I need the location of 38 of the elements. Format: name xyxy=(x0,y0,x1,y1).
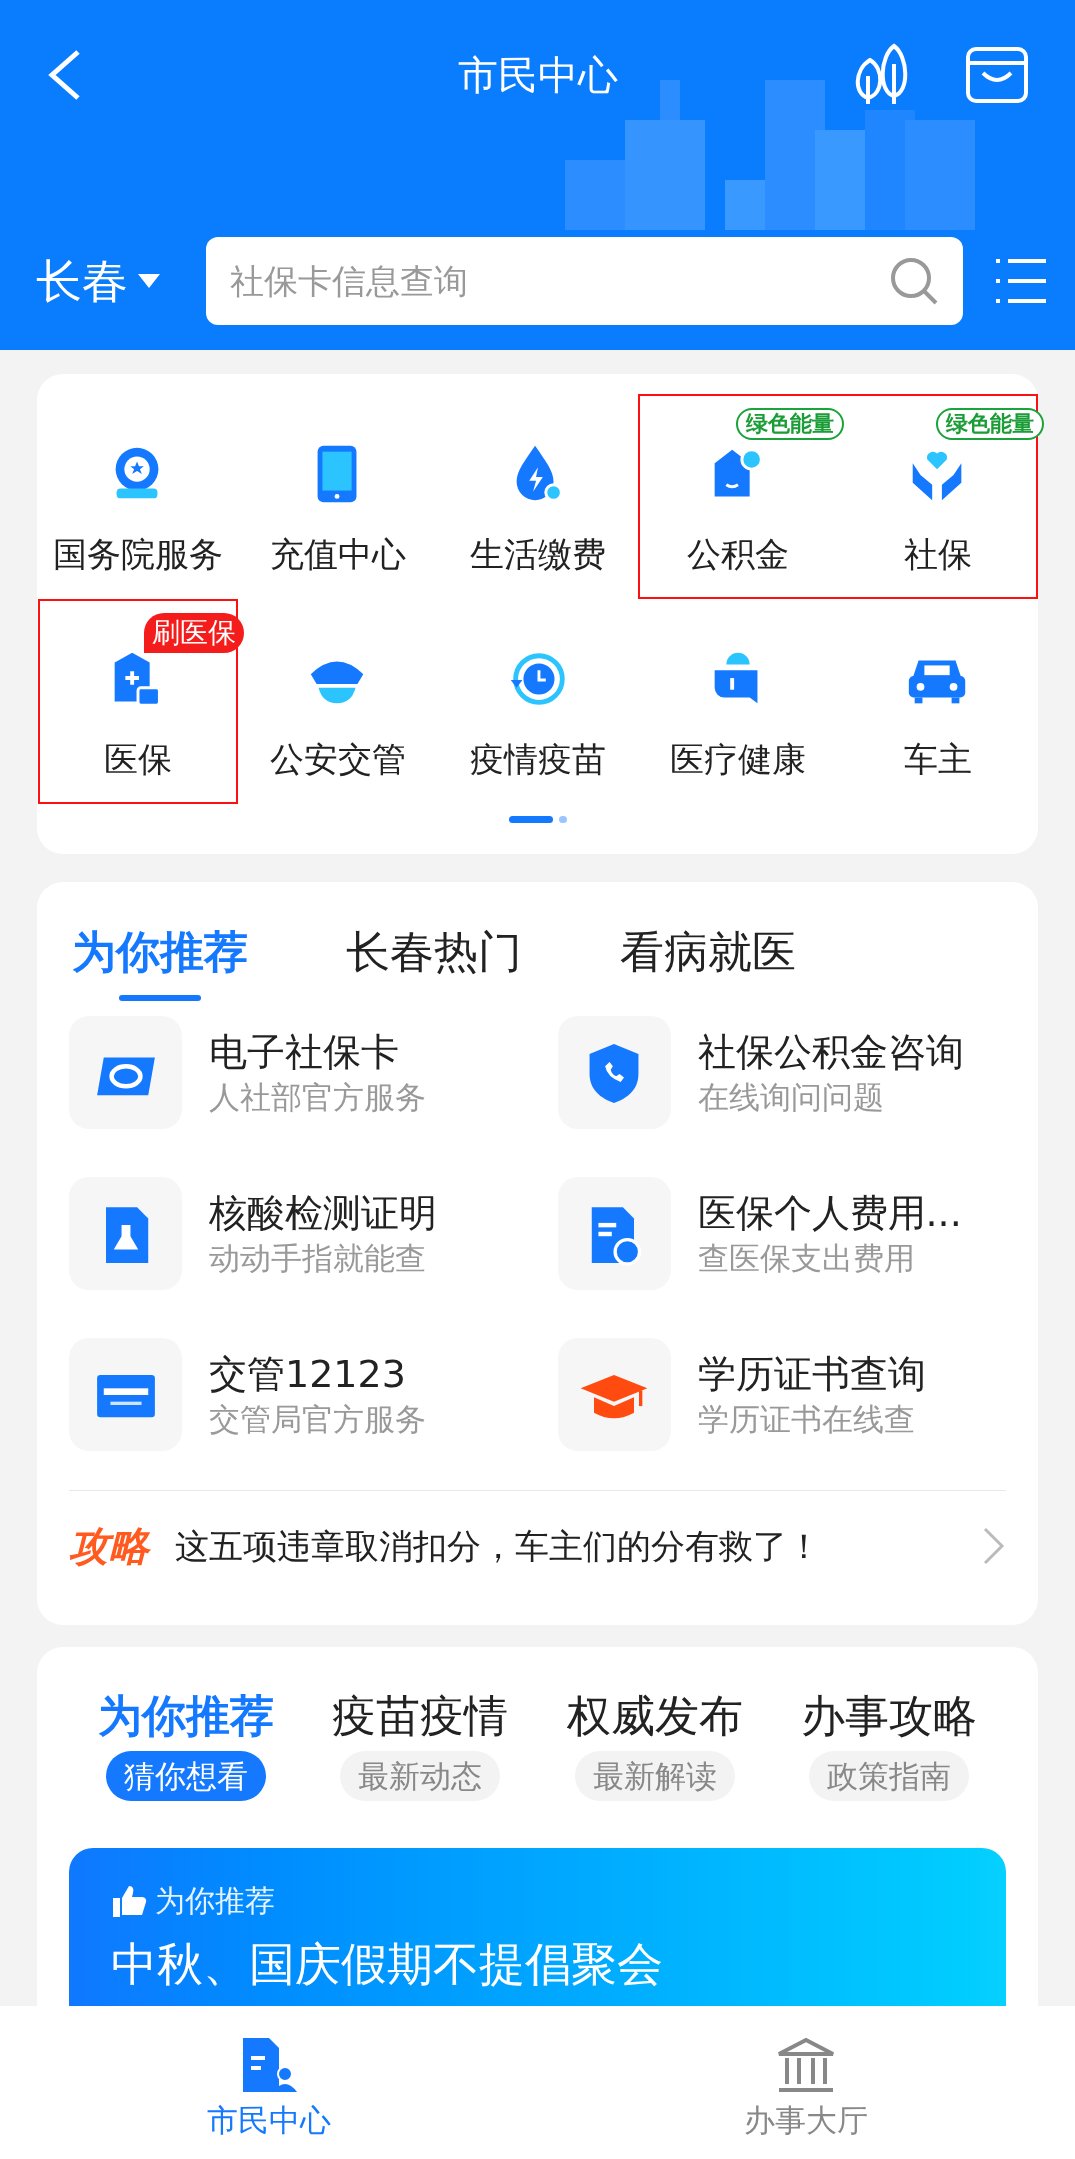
service-link[interactable]: 社保公积金咨询 在线询问问题 xyxy=(537,1016,1006,1129)
tip-link[interactable]: 攻略 这五项违章取消扣分，车主们的分有救了！ xyxy=(69,1491,1006,1601)
service-link[interactable]: 医保个人费用... 查医保支出费用 xyxy=(537,1177,1006,1290)
thumbs-up-icon xyxy=(111,1883,147,1918)
service-item[interactable]: 国务院服务 xyxy=(37,394,238,599)
service-link[interactable]: 学历证书查询 学历证书在线查 xyxy=(537,1338,1006,1451)
feed-tab[interactable]: 办事攻略 政策指南 xyxy=(771,1691,1006,1801)
city-selector[interactable]: 长春 xyxy=(36,255,206,307)
tab[interactable]: 长春热门 xyxy=(346,927,522,977)
feed-tab[interactable]: 权威发布 最新解读 xyxy=(537,1691,772,1801)
menu-icon[interactable] xyxy=(994,256,1046,306)
badge: 绿色能量 xyxy=(935,408,1044,440)
chevron-right-icon xyxy=(982,1526,1006,1566)
tab[interactable]: 看病就医 xyxy=(620,927,796,977)
nav-tab[interactable]: 办事大厅 xyxy=(537,2006,1075,2159)
feed-tab[interactable]: 为你推荐 猜你想看 xyxy=(69,1691,304,1801)
service-link[interactable]: 核酸检测证明 动动手指就能查 xyxy=(69,1177,538,1290)
banner-headline: 中秋、国庆假期不提倡聚会 xyxy=(111,1937,664,1991)
badge: 绿色能量 xyxy=(735,408,844,440)
nav-tab[interactable]: 市民中心 xyxy=(0,2006,538,2159)
service-item[interactable]: 生活缴费 xyxy=(437,394,638,599)
tip-text: 这五项违章取消扣分，车主们的分有救了！ xyxy=(175,1524,821,1568)
service-item[interactable]: 充值中心 xyxy=(237,394,438,599)
tab[interactable]: 为你推荐 xyxy=(72,927,248,1001)
service-item[interactable]: 疫情疫苗 xyxy=(437,599,638,804)
service-link[interactable]: 电子社保卡 人社部官方服务 xyxy=(69,1016,538,1129)
service-item[interactable]: 医疗健康 xyxy=(637,599,838,804)
service-item[interactable]: 车主 xyxy=(837,599,1038,804)
search-icon[interactable] xyxy=(889,256,939,306)
tip-tag: 攻略 xyxy=(69,1516,149,1576)
page-title: 市民中心 xyxy=(457,51,618,100)
service-link[interactable]: 交管12123 交管局官方服务 xyxy=(69,1338,538,1451)
badge: 刷医保 xyxy=(143,613,244,653)
feed-tab[interactable]: 疫苗疫情 最新动态 xyxy=(303,1691,538,1801)
news-banner[interactable]: 为你推荐 中秋、国庆假期不提倡聚会 xyxy=(69,1848,1006,2006)
banner-tag: 为你推荐 xyxy=(155,1878,275,1923)
wallet-icon[interactable] xyxy=(965,45,1029,105)
search-field[interactable]: 社保卡信息查询 xyxy=(206,237,963,325)
